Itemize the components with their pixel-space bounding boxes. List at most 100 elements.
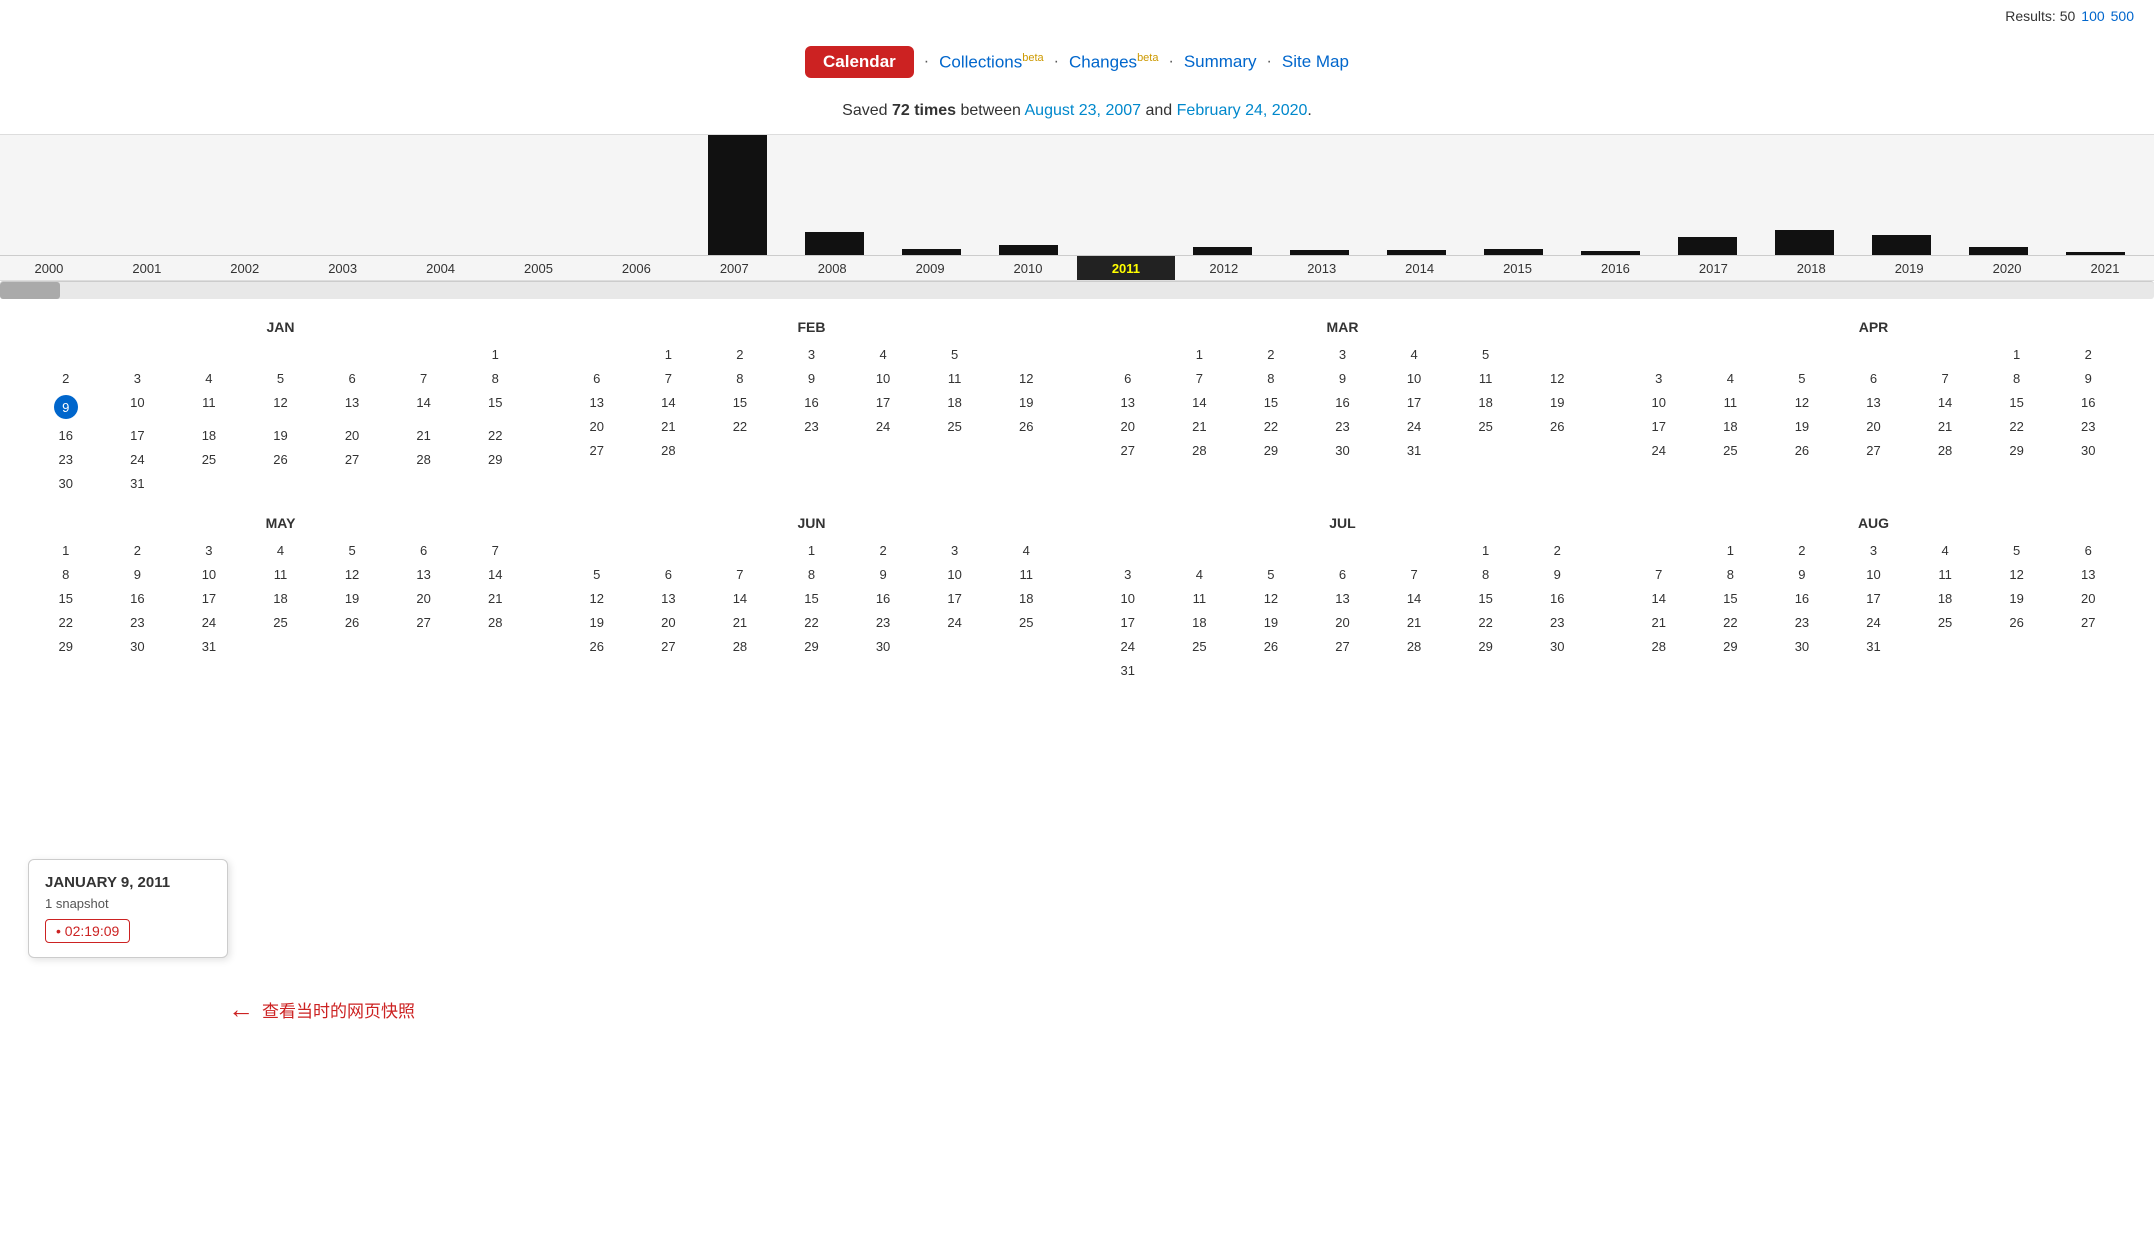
timeline-bar-group-2001[interactable] <box>107 135 204 255</box>
cal-day-jan-15[interactable]: 15 <box>459 391 531 423</box>
cal-day-jul-12[interactable]: 12 <box>1235 587 1307 610</box>
cal-day-mar-29[interactable]: 29 <box>1235 439 1307 462</box>
timeline-bar-group-2017[interactable] <box>1659 135 1756 255</box>
timeline-year-2007[interactable]: 2007 <box>685 256 783 280</box>
cal-day-mar-12[interactable]: 12 <box>1521 367 1593 390</box>
cal-day-apr-26[interactable]: 26 <box>1766 439 1838 462</box>
timeline-year-2008[interactable]: 2008 <box>783 256 881 280</box>
summary-link[interactable]: Summary <box>1184 52 1257 72</box>
cal-day-jan-24[interactable]: 24 <box>102 448 174 471</box>
cal-day-jul-6[interactable]: 6 <box>1307 563 1379 586</box>
cal-day-jun-9[interactable]: 9 <box>847 563 919 586</box>
cal-day-aug-11[interactable]: 11 <box>1909 563 1981 586</box>
timeline-bar-group-2003[interactable] <box>301 135 398 255</box>
cal-day-aug-27[interactable]: 27 <box>2052 611 2124 634</box>
cal-day-mar-7[interactable]: 7 <box>1164 367 1236 390</box>
cal-day-feb-5[interactable]: 5 <box>919 343 991 366</box>
cal-day-jul-22[interactable]: 22 <box>1450 611 1522 634</box>
timeline-bar-group-2010[interactable] <box>980 135 1077 255</box>
cal-day-jun-26[interactable]: 26 <box>561 635 633 658</box>
cal-day-aug-31[interactable]: 31 <box>1838 635 1910 658</box>
cal-day-apr-21[interactable]: 21 <box>1909 415 1981 438</box>
bar-2008[interactable] <box>805 232 863 255</box>
timeline-bar-group-2009[interactable] <box>883 135 980 255</box>
timeline-year-2000[interactable]: 2000 <box>0 256 98 280</box>
cal-day-may-27[interactable]: 27 <box>388 611 460 634</box>
timeline-bar-group-2016[interactable] <box>1562 135 1659 255</box>
cal-day-may-22[interactable]: 22 <box>30 611 102 634</box>
cal-day-jan-2[interactable]: 2 <box>30 367 102 390</box>
timeline-bar-group-2014[interactable] <box>1368 135 1465 255</box>
cal-day-jun-23[interactable]: 23 <box>847 611 919 634</box>
snapshot-time-link[interactable]: 02:19:09 <box>45 919 130 943</box>
cal-day-jan-28[interactable]: 28 <box>388 448 460 471</box>
cal-day-aug-15[interactable]: 15 <box>1695 587 1767 610</box>
cal-day-may-6[interactable]: 6 <box>388 539 460 562</box>
bar-2015[interactable] <box>1484 249 1542 255</box>
cal-day-aug-13[interactable]: 13 <box>2052 563 2124 586</box>
cal-day-feb-10[interactable]: 10 <box>847 367 919 390</box>
cal-day-jan-23[interactable]: 23 <box>30 448 102 471</box>
cal-day-apr-30[interactable]: 30 <box>2052 439 2124 462</box>
cal-day-jan-26[interactable]: 26 <box>245 448 317 471</box>
cal-day-may-29[interactable]: 29 <box>30 635 102 658</box>
cal-day-aug-28[interactable]: 28 <box>1623 635 1695 658</box>
cal-day-aug-1[interactable]: 1 <box>1695 539 1767 562</box>
timeline-bar-group-2011[interactable] <box>1077 135 1174 255</box>
timeline-year-2021[interactable]: 2021 <box>2056 256 2154 280</box>
cal-day-apr-15[interactable]: 15 <box>1981 391 2053 414</box>
cal-day-jul-15[interactable]: 15 <box>1450 587 1522 610</box>
cal-day-aug-23[interactable]: 23 <box>1766 611 1838 634</box>
cal-day-feb-3[interactable]: 3 <box>776 343 848 366</box>
cal-day-jun-27[interactable]: 27 <box>633 635 705 658</box>
cal-day-feb-24[interactable]: 24 <box>847 415 919 438</box>
cal-day-jun-4[interactable]: 4 <box>990 539 1062 562</box>
cal-day-jul-29[interactable]: 29 <box>1450 635 1522 658</box>
cal-day-jan-6[interactable]: 6 <box>316 367 388 390</box>
cal-day-feb-13[interactable]: 13 <box>561 391 633 414</box>
cal-day-apr-7[interactable]: 7 <box>1909 367 1981 390</box>
cal-day-jul-9[interactable]: 9 <box>1521 563 1593 586</box>
cal-day-jul-16[interactable]: 16 <box>1521 587 1593 610</box>
collections-link[interactable]: Collectionsbeta <box>939 52 1044 73</box>
cal-day-aug-12[interactable]: 12 <box>1981 563 2053 586</box>
cal-day-jun-15[interactable]: 15 <box>776 587 848 610</box>
cal-day-feb-8[interactable]: 8 <box>704 367 776 390</box>
timeline-year-2015[interactable]: 2015 <box>1469 256 1567 280</box>
cal-day-feb-20[interactable]: 20 <box>561 415 633 438</box>
cal-day-apr-18[interactable]: 18 <box>1695 415 1767 438</box>
cal-day-may-5[interactable]: 5 <box>316 539 388 562</box>
cal-day-jan-13[interactable]: 13 <box>316 391 388 423</box>
cal-day-may-15[interactable]: 15 <box>30 587 102 610</box>
cal-day-mar-6[interactable]: 6 <box>1092 367 1164 390</box>
timeline-bar-group-2000[interactable] <box>10 135 107 255</box>
cal-day-mar-1[interactable]: 1 <box>1164 343 1236 366</box>
calendar-button[interactable]: Calendar <box>805 46 914 78</box>
cal-day-jul-28[interactable]: 28 <box>1378 635 1450 658</box>
cal-day-may-14[interactable]: 14 <box>459 563 531 586</box>
cal-day-jun-24[interactable]: 24 <box>919 611 991 634</box>
timeline-year-2006[interactable]: 2006 <box>587 256 685 280</box>
cal-day-jul-13[interactable]: 13 <box>1307 587 1379 610</box>
cal-day-aug-8[interactable]: 8 <box>1695 563 1767 586</box>
cal-day-feb-7[interactable]: 7 <box>633 367 705 390</box>
cal-day-feb-4[interactable]: 4 <box>847 343 919 366</box>
cal-day-apr-27[interactable]: 27 <box>1838 439 1910 462</box>
cal-day-jan-10[interactable]: 10 <box>102 391 174 423</box>
cal-day-jan-27[interactable]: 27 <box>316 448 388 471</box>
cal-day-jun-22[interactable]: 22 <box>776 611 848 634</box>
cal-day-jul-1[interactable]: 1 <box>1450 539 1522 562</box>
cal-day-apr-23[interactable]: 23 <box>2052 415 2124 438</box>
cal-day-jun-7[interactable]: 7 <box>704 563 776 586</box>
cal-day-jul-5[interactable]: 5 <box>1235 563 1307 586</box>
cal-day-jan-16[interactable]: 16 <box>30 424 102 447</box>
cal-day-jun-3[interactable]: 3 <box>919 539 991 562</box>
cal-day-mar-15[interactable]: 15 <box>1235 391 1307 414</box>
cal-day-jul-20[interactable]: 20 <box>1307 611 1379 634</box>
cal-day-may-12[interactable]: 12 <box>316 563 388 586</box>
cal-day-feb-16[interactable]: 16 <box>776 391 848 414</box>
cal-day-mar-16[interactable]: 16 <box>1307 391 1379 414</box>
cal-day-may-16[interactable]: 16 <box>102 587 174 610</box>
cal-day-aug-14[interactable]: 14 <box>1623 587 1695 610</box>
cal-day-feb-14[interactable]: 14 <box>633 391 705 414</box>
